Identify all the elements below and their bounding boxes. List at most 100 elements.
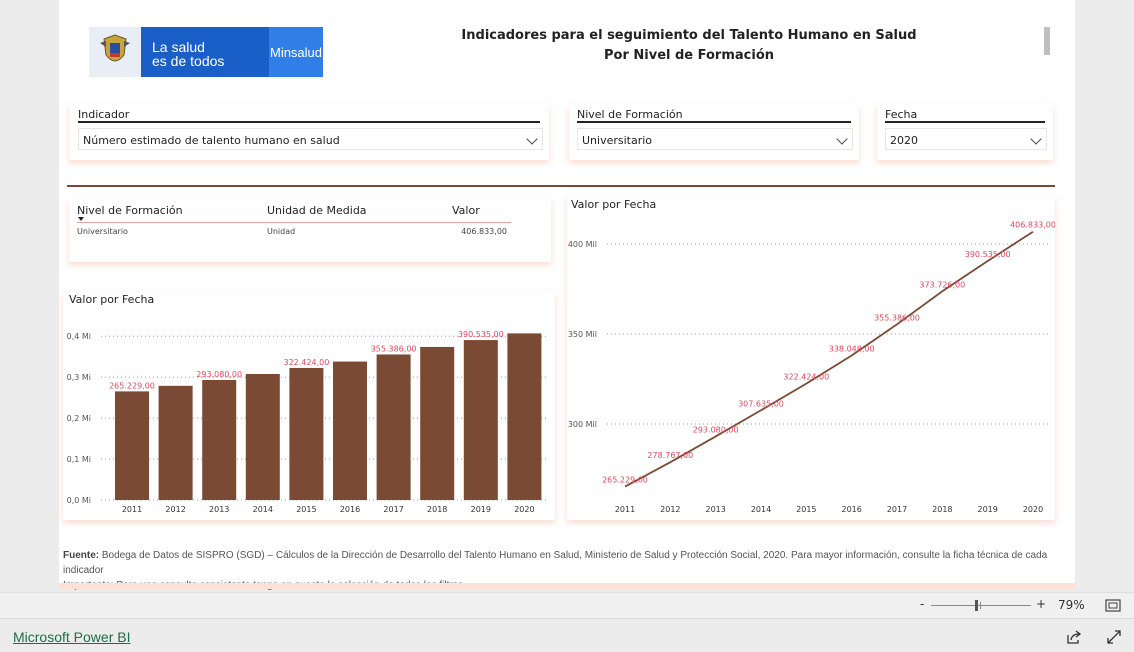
logo-slogan-line1: La salud bbox=[152, 39, 205, 55]
x-tick-label: 2013 bbox=[209, 505, 229, 514]
x-tick-label: 2016 bbox=[841, 505, 861, 514]
x-tick-label: 2011 bbox=[615, 505, 635, 514]
table-header-rule bbox=[77, 222, 511, 223]
x-tick-label: 2015 bbox=[796, 505, 816, 514]
line-chart: 300 Mil 350 Mil 400 Mil 265.229,00 2011 278.7… bbox=[568, 221, 1055, 514]
sort-desc-icon bbox=[78, 217, 84, 221]
coat-of-arms-icon bbox=[89, 27, 141, 77]
x-tick-label: 2020 bbox=[1023, 505, 1043, 514]
slicer-indicador-label: Indicador bbox=[78, 108, 130, 121]
slicer-indicador-underline bbox=[78, 121, 540, 123]
bar bbox=[202, 379, 237, 500]
x-tick-label: 2019 bbox=[977, 505, 997, 514]
scroll-handle[interactable] bbox=[1044, 27, 1050, 55]
y-tick-label: 350 Mil bbox=[568, 330, 597, 339]
table-header-nivel[interactable]: Nivel de Formación bbox=[77, 204, 183, 217]
table-header-valor[interactable]: Valor bbox=[452, 204, 480, 217]
data-label: 293.080,00 bbox=[693, 425, 739, 434]
page-bottom-strip bbox=[59, 583, 1075, 589]
table-header-unidad[interactable]: Unidad de Medida bbox=[267, 204, 367, 217]
table-cell: Universitario bbox=[77, 227, 128, 236]
y-tick-label: 0,0 Mi bbox=[67, 496, 91, 505]
x-tick-label: 2011 bbox=[122, 505, 142, 514]
x-tick-label: 2019 bbox=[471, 505, 491, 514]
table-cell: Unidad bbox=[267, 227, 296, 236]
slicer-nivel-dropdown[interactable]: Universitario bbox=[577, 128, 853, 150]
report-canvas: La salud es de todos Minsalud Indicadore… bbox=[59, 0, 1075, 591]
table-cell: 406.833,00 bbox=[461, 227, 507, 236]
chevron-down-icon[interactable] bbox=[1030, 133, 1042, 145]
data-label: 322.424,00 bbox=[783, 373, 829, 382]
logo-slogan: La salud es de todos bbox=[141, 27, 269, 77]
zoom-in-button[interactable]: + bbox=[1036, 597, 1046, 611]
slicer-indicador: Indicador Número estimado de talento hum… bbox=[69, 104, 549, 160]
bar bbox=[420, 346, 455, 500]
page-title-line2: Por Nivel de Formación bbox=[603, 48, 774, 63]
x-tick-label: 2014 bbox=[253, 505, 273, 514]
zoom-level: 79% bbox=[1058, 598, 1085, 612]
minsalud-logo: La salud es de todos Minsalud bbox=[89, 27, 323, 77]
chevron-down-icon[interactable] bbox=[526, 133, 538, 145]
bar bbox=[115, 391, 150, 500]
slicer-indicador-dropdown[interactable]: Número estimado de talento humano en sal… bbox=[78, 128, 543, 150]
page-title-line1: Indicadores para el seguimiento del Tale… bbox=[461, 28, 917, 43]
logo-slogan-line2: es de todos bbox=[152, 53, 225, 69]
bar bbox=[463, 340, 498, 500]
data-label: 265.229,00 bbox=[109, 381, 155, 390]
source-line: Fuente: Bodega de Datos de SISPRO (SGD) … bbox=[63, 548, 1063, 578]
bar-chart-card: Valor por Fecha 0,0 Mi 0,1 Mi 0,2 Mi 0,3 Mi… bbox=[63, 292, 555, 520]
zoom-bar: - + 79% bbox=[0, 592, 1134, 618]
data-label: 390.535,00 bbox=[965, 250, 1011, 259]
data-table: Nivel de Formación Unidad de Medida Valo… bbox=[69, 198, 551, 262]
slicer-fecha-label: Fecha bbox=[885, 108, 918, 121]
y-tick-label: 0,3 Mi bbox=[67, 373, 91, 382]
slicer-nivel-label: Nivel de Formación bbox=[577, 108, 683, 121]
slicer-nivel-underline bbox=[577, 121, 851, 123]
y-tick-label: 300 Mil bbox=[568, 420, 597, 429]
x-tick-label: 2012 bbox=[660, 505, 680, 514]
page-title: Indicadores para el seguimiento del Tale… bbox=[419, 26, 959, 66]
slicer-indicador-value: Número estimado de talento humano en sal… bbox=[83, 134, 340, 147]
source-text: Bodega de Datos de SISPRO (SGD) – Cálcul… bbox=[63, 550, 1048, 576]
x-tick-label: 2020 bbox=[514, 505, 534, 514]
powerbi-footer: Microsoft Power BI bbox=[0, 618, 1134, 652]
logo-brand: Minsalud bbox=[269, 27, 323, 77]
section-divider bbox=[67, 185, 1055, 187]
bar bbox=[158, 385, 193, 500]
data-label: 390.535,00 bbox=[458, 330, 504, 339]
bar bbox=[376, 354, 411, 500]
fullscreen-icon[interactable] bbox=[1106, 629, 1122, 645]
line-chart-card: Valor por Fecha 300 Mil 350 Mil 400 Mil 265… bbox=[567, 196, 1055, 520]
zoom-slider-midpoint bbox=[980, 602, 981, 609]
zoom-out-button[interactable]: - bbox=[920, 597, 924, 611]
share-icon[interactable] bbox=[1066, 629, 1082, 645]
powerbi-viewer: La salud es de todos Minsalud Indicadore… bbox=[0, 0, 1134, 652]
y-tick-label: 0,1 Mi bbox=[67, 455, 91, 464]
y-tick-label: 0,4 Mi bbox=[67, 332, 91, 341]
bar-chart: 0,0 Mi 0,1 Mi 0,2 Mi 0,3 Mi 0,4 Mi 2011 265.22… bbox=[67, 330, 547, 514]
data-label: 293.080,00 bbox=[196, 370, 242, 379]
chevron-down-icon[interactable] bbox=[836, 133, 848, 145]
fit-to-page-icon[interactable] bbox=[1105, 599, 1121, 613]
data-label: 278.767,00 bbox=[647, 451, 693, 460]
data-label: 265.229,00 bbox=[602, 476, 648, 485]
slicer-fecha-underline bbox=[885, 121, 1045, 123]
bar bbox=[507, 333, 542, 500]
zoom-slider-thumb[interactable] bbox=[975, 600, 978, 611]
x-tick-label: 2014 bbox=[751, 505, 771, 514]
x-tick-label: 2018 bbox=[427, 505, 447, 514]
slicer-nivel-value: Universitario bbox=[582, 134, 653, 147]
data-label: 322.424,00 bbox=[283, 358, 329, 367]
y-tick-label: 400 Mil bbox=[568, 240, 597, 249]
x-tick-label: 2013 bbox=[705, 505, 725, 514]
y-tick-label: 0,2 Mi bbox=[67, 414, 91, 423]
bar bbox=[333, 361, 368, 500]
slicer-nivel: Nivel de Formación Universitario bbox=[569, 104, 859, 160]
data-label: 406.833,00 bbox=[1010, 221, 1055, 230]
slicer-fecha-dropdown[interactable]: 2020 bbox=[885, 128, 1047, 150]
zoom-slider-track[interactable] bbox=[931, 605, 1031, 606]
powerbi-link[interactable]: Microsoft Power BI bbox=[13, 629, 130, 645]
source-label: Fuente: bbox=[63, 550, 100, 561]
x-tick-label: 2018 bbox=[932, 505, 952, 514]
x-tick-label: 2015 bbox=[296, 505, 316, 514]
